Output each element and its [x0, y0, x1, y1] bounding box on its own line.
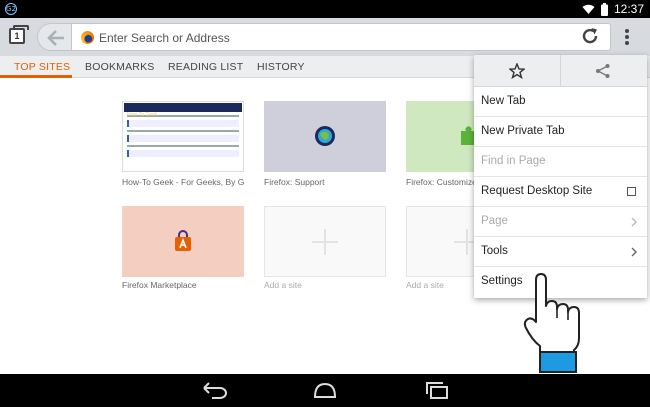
menu-item-new-tab[interactable]: New Tab — [474, 87, 647, 117]
thumb-block — [127, 120, 239, 127]
overflow-menu-icon[interactable] — [624, 29, 630, 45]
active-tab-indicator — [0, 75, 72, 78]
add-site-tile[interactable] — [264, 206, 386, 277]
menu-item-label: Tools — [481, 245, 508, 257]
menu-item-label: Settings — [481, 275, 523, 287]
menu-item-label: New Private Tab — [481, 125, 565, 137]
wifi-icon — [582, 4, 595, 14]
back-button[interactable] — [37, 23, 73, 51]
reload-icon[interactable] — [581, 27, 599, 45]
top-site-tile[interactable]: How-To Geek — [122, 101, 244, 172]
battery-icon — [600, 2, 608, 16]
support-globe-icon — [315, 126, 335, 146]
htg-thumbnail-header: How-To Geek — [124, 103, 242, 118]
menu-icon-divider — [560, 55, 561, 87]
menu-item-label: Page — [481, 215, 508, 227]
status-bar: G2 12:37 — [0, 0, 650, 18]
menu-item-request-desktop-site[interactable]: Request Desktop Site — [474, 177, 647, 207]
chevron-right-icon — [631, 247, 637, 257]
android-screen: G2 12:37 1 Enter Search or Address TOP S… — [0, 0, 650, 407]
browser-toolbar: 1 Enter Search or Address — [0, 18, 650, 56]
recents-nav-icon[interactable] — [424, 381, 450, 399]
menu-item-label: New Tab — [481, 95, 526, 107]
menu-item-label: Find in Page — [481, 155, 546, 167]
tile-label: Add a site — [264, 280, 302, 290]
menu-item-new-private-tab[interactable]: New Private Tab — [474, 117, 647, 147]
share-icon[interactable] — [595, 63, 611, 79]
tile-label: How-To Geek - For Geeks, By Geek — [122, 177, 244, 187]
star-icon[interactable] — [509, 63, 525, 79]
marketplace-bag-icon — [175, 230, 191, 251]
tab-history[interactable]: HISTORY — [257, 61, 305, 73]
pointing-hand-icon — [523, 273, 580, 373]
tab-top-sites[interactable]: TOP SITES — [14, 61, 70, 73]
htg-thumb-title: How-To Geek — [127, 112, 158, 118]
menu-item-find-in-page: Find in Page — [474, 147, 647, 177]
status-right: 12:37 — [582, 1, 644, 17]
menu-item-page: Page — [474, 207, 647, 237]
menu-icon-row — [474, 55, 647, 87]
thumb-line — [127, 145, 239, 147]
clock: 12:37 — [613, 2, 644, 16]
desktop-site-checkbox[interactable] — [627, 187, 636, 196]
back-nav-icon[interactable] — [202, 381, 228, 399]
top-site-tile[interactable] — [264, 101, 386, 172]
tile-label: Firefox: Support — [264, 177, 325, 187]
top-site-tile[interactable] — [122, 206, 244, 277]
home-nav-icon[interactable] — [312, 381, 338, 399]
thumb-line — [127, 130, 239, 132]
tabs-icon[interactable]: 1 — [9, 25, 29, 44]
tab-bookmarks[interactable]: BOOKMARKS — [85, 61, 154, 73]
thumb-block — [127, 150, 239, 157]
url-bar[interactable]: Enter Search or Address — [71, 23, 611, 51]
plus-icon — [312, 228, 338, 255]
thumb-block — [127, 135, 239, 142]
overflow-menu: New Tab New Private Tab Find in Page Req… — [474, 55, 647, 298]
tabs-count: 1 — [14, 31, 20, 41]
back-icon — [47, 30, 64, 46]
menu-item-tools[interactable]: Tools — [474, 237, 647, 267]
url-placeholder: Enter Search or Address — [99, 31, 230, 45]
notification-badge: G2 — [5, 3, 17, 15]
firefox-icon — [81, 31, 94, 44]
chevron-right-icon — [631, 217, 637, 227]
tile-label: Firefox Marketplace — [122, 280, 197, 290]
tab-reading-list[interactable]: READING LIST — [168, 61, 243, 73]
system-nav-bar — [0, 374, 650, 407]
menu-item-label: Request Desktop Site — [481, 185, 593, 197]
address-area: Enter Search or Address — [37, 23, 611, 51]
